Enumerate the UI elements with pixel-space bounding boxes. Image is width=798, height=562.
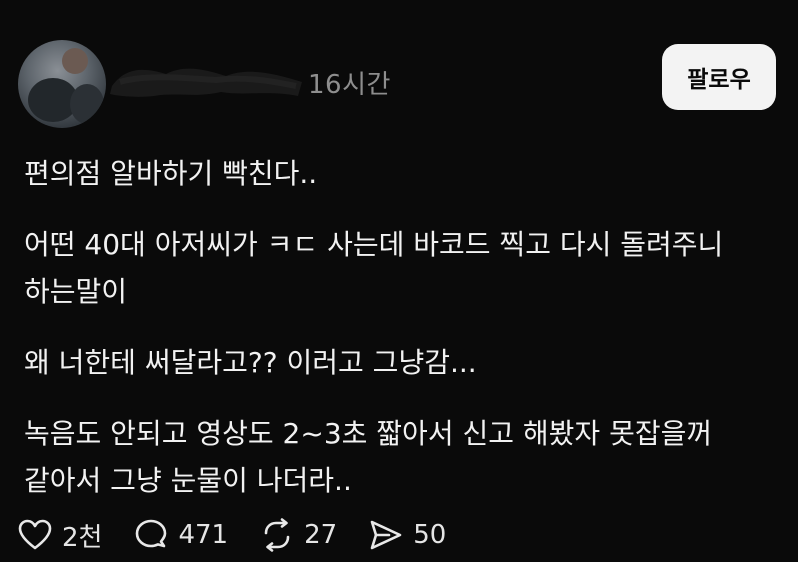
- heart-icon: [18, 519, 52, 550]
- post-paragraph: 어떤 40대 아저씨가 ㅋㄷ 사는데 바코드 찍고 다시 돌려주니 하는말이: [24, 221, 774, 315]
- post-text-line: 왜 너한테 써달라고?? 이러고 그냥감...: [24, 346, 477, 379]
- like-count: 2천: [62, 522, 103, 553]
- send-icon: [370, 520, 402, 550]
- post-text-line: 어떤 40대 아저씨가 ㅋㄷ 사는데 바코드 찍고 다시 돌려주니: [24, 228, 724, 261]
- repost-icon: [264, 518, 290, 552]
- post-text-line: 하는말이: [24, 275, 128, 308]
- share-count: 50: [413, 520, 447, 550]
- redacted-username: [110, 68, 302, 97]
- like-button[interactable]: 2천: [18, 517, 102, 554]
- post-paragraph: 왜 너한테 써달라고?? 이러고 그냥감...: [24, 339, 774, 386]
- thread-post: 16시간 팔로우 편의점 알바하기 빡친다.. 어떤 40대 아저씨가 ㅋㄷ 사…: [0, 0, 798, 562]
- post-timestamp: 16시간: [308, 70, 391, 100]
- post-body: 편의점 알바하기 빡친다.. 어떤 40대 아저씨가 ㅋㄷ 사는데 바코드 찍고…: [24, 150, 774, 528]
- comment-bubble-icon: [136, 519, 167, 548]
- repost-button[interactable]: 27: [260, 518, 337, 552]
- comment-count: 471: [178, 520, 229, 550]
- comment-button[interactable]: 471: [134, 518, 228, 552]
- repost-count: 27: [304, 520, 338, 550]
- post-paragraph: 녹음도 안되고 영상도 2~3초 짧아서 신고 해봤자 못잡을꺼 같아서 그냥 …: [24, 410, 774, 504]
- post-header: 16시간 팔로우: [18, 36, 780, 128]
- post-text-line: 편의점 알바하기 빡친다..: [24, 157, 318, 190]
- share-button[interactable]: 50: [369, 519, 446, 551]
- avatar[interactable]: [18, 40, 106, 128]
- post-paragraph: 편의점 알바하기 빡친다..: [24, 150, 774, 197]
- post-text-line: 녹음도 안되고 영상도 2~3초 짧아서 신고 해봤자 못잡을꺼: [24, 417, 713, 450]
- post-actions: 2천 471 27 50: [18, 510, 478, 560]
- follow-button[interactable]: 팔로우: [662, 44, 776, 110]
- post-text-line: 같아서 그냥 눈물이 나더라..: [24, 464, 352, 497]
